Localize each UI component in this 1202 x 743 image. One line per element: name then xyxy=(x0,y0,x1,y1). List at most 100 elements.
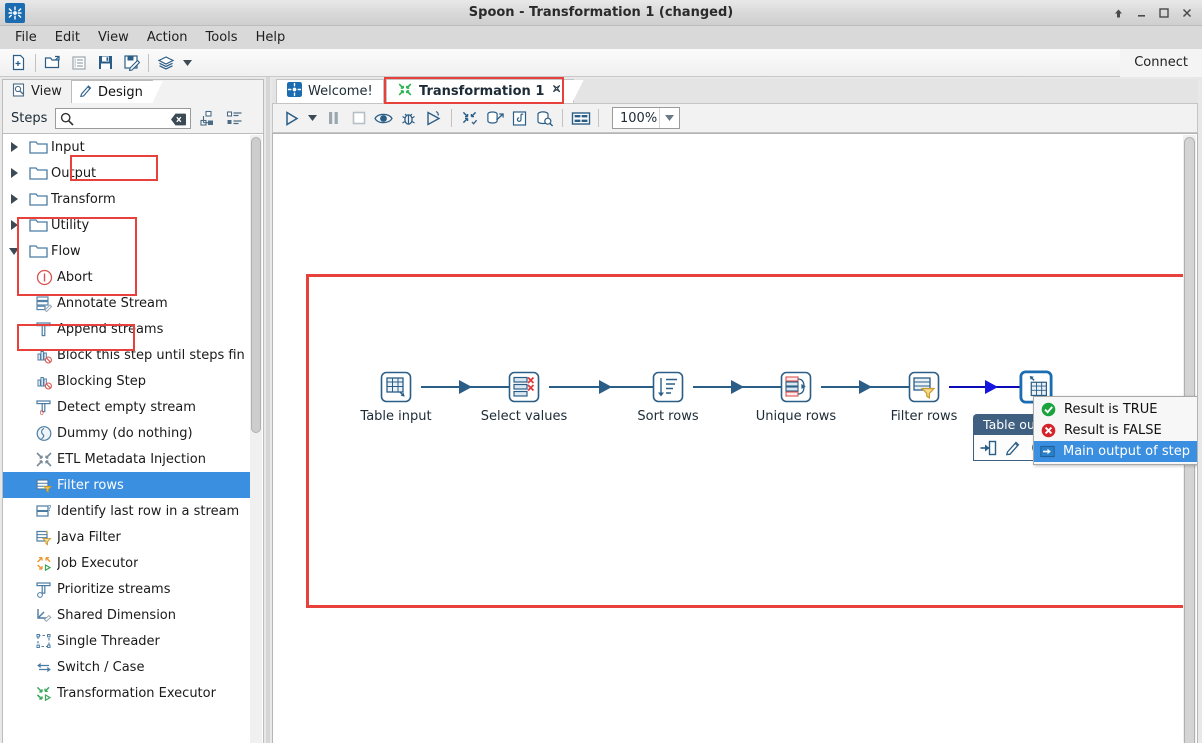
debug-button[interactable] xyxy=(396,106,421,130)
tab-welcome[interactable]: Welcome! xyxy=(276,79,384,103)
tree-step-java-filter[interactable]: Java Filter xyxy=(3,524,252,550)
tree-step-filter-rows[interactable]: Filter rows xyxy=(3,472,252,498)
tree-step-prioritize-streams[interactable]: Prioritize streams xyxy=(3,576,252,602)
pause-button[interactable] xyxy=(321,106,346,130)
impact-analysis-button[interactable] xyxy=(482,106,507,130)
new-file-button[interactable] xyxy=(5,51,31,75)
steps-search-row: Steps xyxy=(2,103,264,133)
tree-step-transformation-executor[interactable]: Transformation Executor xyxy=(3,680,252,706)
step-select-values[interactable]: Select values xyxy=(481,370,567,424)
spoon-application-window: Spoon - Transformation 1 (changed) File … xyxy=(0,0,1202,743)
input-arrow-icon[interactable] xyxy=(978,438,998,458)
stop-button[interactable] xyxy=(346,106,371,130)
tree-folder-utility[interactable]: Utility xyxy=(3,212,252,238)
tree-step-switch-case[interactable]: Switch / Case xyxy=(3,654,252,680)
tree-step-blocking-step[interactable]: Blocking Step xyxy=(3,368,252,394)
window-controls xyxy=(1107,2,1198,24)
database-search-button[interactable] xyxy=(532,106,557,130)
search-input[interactable] xyxy=(80,110,163,126)
dummy-icon xyxy=(31,425,57,442)
tab-design[interactable]: Design xyxy=(71,80,163,104)
save-button[interactable] xyxy=(92,51,118,75)
menu-edit[interactable]: Edit xyxy=(46,28,89,47)
tree-step-abort[interactable]: Abort xyxy=(3,264,252,290)
step-label: Sort rows xyxy=(637,409,699,424)
menu-item-label: Main output of step xyxy=(1063,444,1190,459)
tree-step-shared-dimension[interactable]: Shared Dimension xyxy=(3,602,252,628)
identify-last-row-icon: ? xyxy=(31,503,57,520)
layers-dropdown-button[interactable] xyxy=(179,51,195,75)
tree-collapse-icon[interactable] xyxy=(223,107,245,129)
verify-button[interactable] xyxy=(457,106,482,130)
preview-button[interactable] xyxy=(371,106,396,130)
hop-arrow-1 xyxy=(459,380,472,394)
design-panel: View Design Steps Input Output Transform… xyxy=(0,77,266,743)
menu-tools[interactable]: Tools xyxy=(197,28,247,47)
tree-expand-icon[interactable] xyxy=(196,107,218,129)
step-label: Filter rows xyxy=(890,409,958,424)
step-sort-rows[interactable]: Sort rows xyxy=(637,370,699,424)
tree-folder-input[interactable]: Input xyxy=(3,134,252,160)
menu-action[interactable]: Action xyxy=(138,28,197,47)
minimize-button[interactable] xyxy=(1130,3,1152,24)
tree-label: Transform xyxy=(51,191,116,207)
tree-folder-transform[interactable]: Transform xyxy=(3,186,252,212)
chevron-right-icon[interactable] xyxy=(3,142,25,152)
run-button[interactable] xyxy=(279,106,304,130)
tree-step-dummy[interactable]: Dummy (do nothing) xyxy=(3,420,252,446)
tree-step-etl-metadata-injection[interactable]: ETL Metadata Injection xyxy=(3,446,252,472)
menu-item-main-output-of-step[interactable]: Main output of step xyxy=(1034,441,1197,462)
close-button[interactable] xyxy=(1176,3,1198,24)
steps-tree-rows: Input Output Transform Utility Flow Abor… xyxy=(3,134,252,743)
zoom-level-combo[interactable]: 100% xyxy=(612,107,680,129)
open-folder-button[interactable] xyxy=(40,51,66,75)
chevron-right-icon[interactable] xyxy=(3,220,25,230)
tree-vscroll-thumb[interactable] xyxy=(251,137,261,433)
hop-type-context-menu[interactable]: Result is TRUE Result is FALSE Main outp… xyxy=(1033,396,1197,465)
step-unique-rows[interactable]: Unique rows xyxy=(756,370,836,424)
tab-transformation-1[interactable]: Transformation 1 xyxy=(386,79,585,104)
menu-help[interactable]: Help xyxy=(247,28,295,47)
tree-step-block-this-step[interactable]: Block this step until steps fin xyxy=(3,342,252,368)
close-icon[interactable] xyxy=(552,84,563,99)
show-grid-button[interactable] xyxy=(568,106,593,130)
pencil-icon[interactable] xyxy=(1003,438,1023,458)
connect-button[interactable]: Connect xyxy=(1120,49,1202,77)
save-as-button[interactable] xyxy=(118,51,144,75)
steps-tree[interactable]: Input Output Transform Utility Flow Abor… xyxy=(2,133,264,743)
restore-up-button[interactable] xyxy=(1107,3,1129,24)
tree-folder-output[interactable]: Output xyxy=(3,160,252,186)
tree-folder-flow[interactable]: Flow xyxy=(3,238,252,264)
tree-step-annotate-stream[interactable]: Annotate Stream xyxy=(3,290,252,316)
list-button[interactable] xyxy=(66,51,92,75)
maximize-button[interactable] xyxy=(1153,3,1175,24)
menu-file[interactable]: File xyxy=(6,28,46,47)
step-filter-rows[interactable]: Filter rows xyxy=(891,370,957,424)
tree-vertical-scrollbar[interactable] xyxy=(250,135,262,743)
replay-button[interactable] xyxy=(421,106,446,130)
tree-step-job-executor[interactable]: Job Executor xyxy=(3,550,252,576)
tree-step-identify-last-row[interactable]: ? Identify last row in a stream xyxy=(3,498,252,524)
chevron-right-icon[interactable] xyxy=(3,168,25,178)
tree-step-detect-empty-stream[interactable]: 0 Detect empty stream xyxy=(3,394,252,420)
chevron-right-icon[interactable] xyxy=(3,194,25,204)
chevron-down-icon[interactable] xyxy=(659,108,679,128)
left-panel-tabs: View Design xyxy=(2,79,264,104)
layers-button[interactable] xyxy=(153,51,179,75)
tree-step-append-streams[interactable]: Append streams xyxy=(3,316,252,342)
chevron-down-icon[interactable] xyxy=(3,247,25,256)
sql-button[interactable] xyxy=(507,106,532,130)
blocking-icon xyxy=(31,347,57,364)
transformation-canvas[interactable]: Table input Select values Sort rows Uniq… xyxy=(272,133,1198,743)
menu-item-result-true[interactable]: Result is TRUE xyxy=(1034,399,1197,420)
clear-icon[interactable] xyxy=(171,113,187,130)
step-label: Table input xyxy=(360,409,432,424)
step-table-input[interactable]: Table input xyxy=(360,370,432,424)
menu-view[interactable]: View xyxy=(89,28,138,47)
switch-case-icon xyxy=(31,659,57,676)
menu-item-result-false[interactable]: Result is FALSE xyxy=(1034,420,1197,441)
run-options-button[interactable] xyxy=(304,106,321,130)
tab-view[interactable]: View xyxy=(5,80,72,103)
tree-step-single-threader[interactable]: Single Threader xyxy=(3,628,252,654)
search-input-wrapper[interactable] xyxy=(55,107,192,130)
